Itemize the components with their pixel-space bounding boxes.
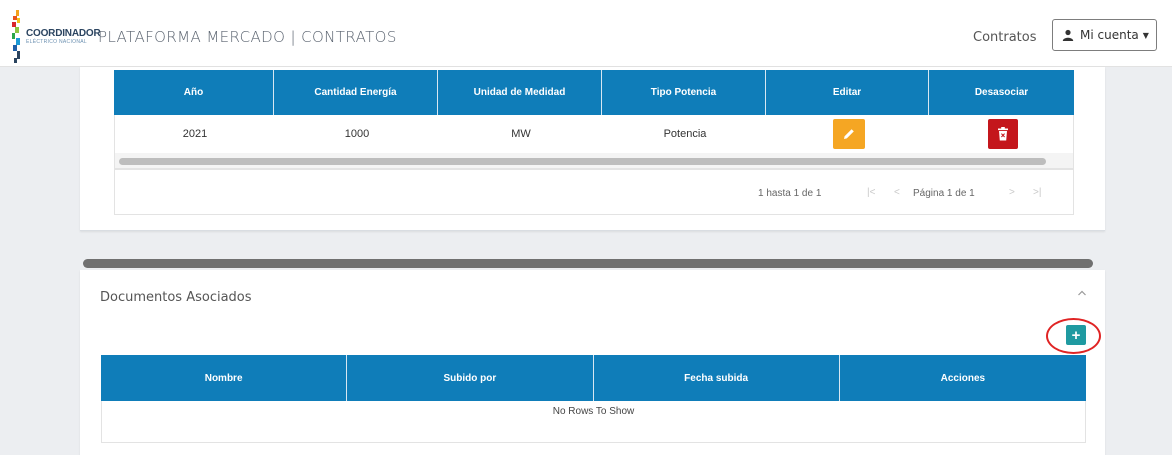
chevron-up-icon[interactable] xyxy=(1076,287,1088,299)
caret-down-icon: ▼ xyxy=(1142,30,1149,40)
pagination-summary: 1 hasta 1 de 1 xyxy=(758,188,822,199)
top-navbar: COORDINADOR ELÉCTRICO NACIONAL PLATAFORM… xyxy=(0,0,1172,67)
pagination-bar: 1 hasta 1 de 1 |< < Página 1 de 1 > >| xyxy=(114,169,1074,215)
logo-main-text: COORDINADOR xyxy=(26,28,101,39)
next-page-icon[interactable]: > xyxy=(1009,187,1015,198)
documents-section-title: Documentos Asociados xyxy=(100,290,252,305)
energy-grid: Año Cantidad Energía Unidad de Medidad T… xyxy=(114,70,1074,153)
column-header-nombre[interactable]: Nombre xyxy=(101,355,348,401)
cell-editar xyxy=(767,115,930,153)
nav-link-contratos[interactable]: Contratos xyxy=(973,30,1037,45)
previous-page-icon[interactable]: < xyxy=(894,187,900,198)
logo-sub-text: ELÉCTRICO NACIONAL xyxy=(26,39,87,45)
page-label: Página xyxy=(913,188,945,199)
page-current: 1 xyxy=(946,188,953,199)
page-horizontal-scrollbar[interactable] xyxy=(83,259,1093,268)
trash-icon xyxy=(997,127,1008,141)
column-header-desasociar[interactable]: Desasociar xyxy=(929,70,1074,115)
last-page-icon[interactable]: >| xyxy=(1033,187,1041,198)
first-page-icon[interactable]: |< xyxy=(867,187,875,198)
horizontal-scrollbar[interactable] xyxy=(114,153,1074,169)
energy-grid-header: Año Cantidad Energía Unidad de Medidad T… xyxy=(114,70,1074,115)
column-header-unidad[interactable]: Unidad de Medidad xyxy=(438,70,602,115)
cell-desasociar xyxy=(930,115,1075,153)
cell-cantidad: 1000 xyxy=(344,128,370,140)
logo-wordmark: COORDINADOR ELÉCTRICO NACIONAL xyxy=(26,28,101,45)
column-header-tipo[interactable]: Tipo Potencia xyxy=(602,70,766,115)
add-document-button[interactable]: + xyxy=(1066,325,1086,345)
edit-button[interactable] xyxy=(832,119,865,149)
page-indicator: Página 1 de 1 xyxy=(913,188,975,199)
app-title: PLATAFORMA MERCADO | CONTRATOS xyxy=(98,28,397,46)
column-header-subido-por[interactable]: Subido por xyxy=(347,355,594,401)
delete-button[interactable] xyxy=(987,119,1018,149)
documents-grid: Nombre Subido por Fecha subida Acciones … xyxy=(101,355,1086,443)
column-header-fecha-subida[interactable]: Fecha subida xyxy=(594,355,840,401)
page-total: 1 xyxy=(969,188,975,199)
scrollbar-thumb[interactable] xyxy=(119,158,1046,165)
column-header-anio[interactable]: Año xyxy=(114,70,274,115)
account-dropdown-button[interactable]: Mi cuenta ▼ xyxy=(1052,19,1157,51)
column-header-editar[interactable]: Editar xyxy=(766,70,929,115)
cell-unidad: MW xyxy=(511,128,531,140)
column-header-acciones[interactable]: Acciones xyxy=(840,355,1086,401)
account-label: Mi cuenta xyxy=(1080,28,1139,42)
column-header-cantidad[interactable]: Cantidad Energía xyxy=(274,70,438,115)
cell-anio: 2021 xyxy=(182,128,208,140)
table-row[interactable]: 2021 1000 MW Potencia xyxy=(114,115,1074,153)
empty-state-message: No Rows To Show xyxy=(101,401,1086,443)
pencil-icon xyxy=(843,129,854,139)
user-icon xyxy=(1062,29,1074,41)
page-of-label: de xyxy=(955,188,967,199)
documents-grid-header: Nombre Subido por Fecha subida Acciones xyxy=(101,355,1086,401)
cell-tipo: Potencia xyxy=(663,128,707,140)
